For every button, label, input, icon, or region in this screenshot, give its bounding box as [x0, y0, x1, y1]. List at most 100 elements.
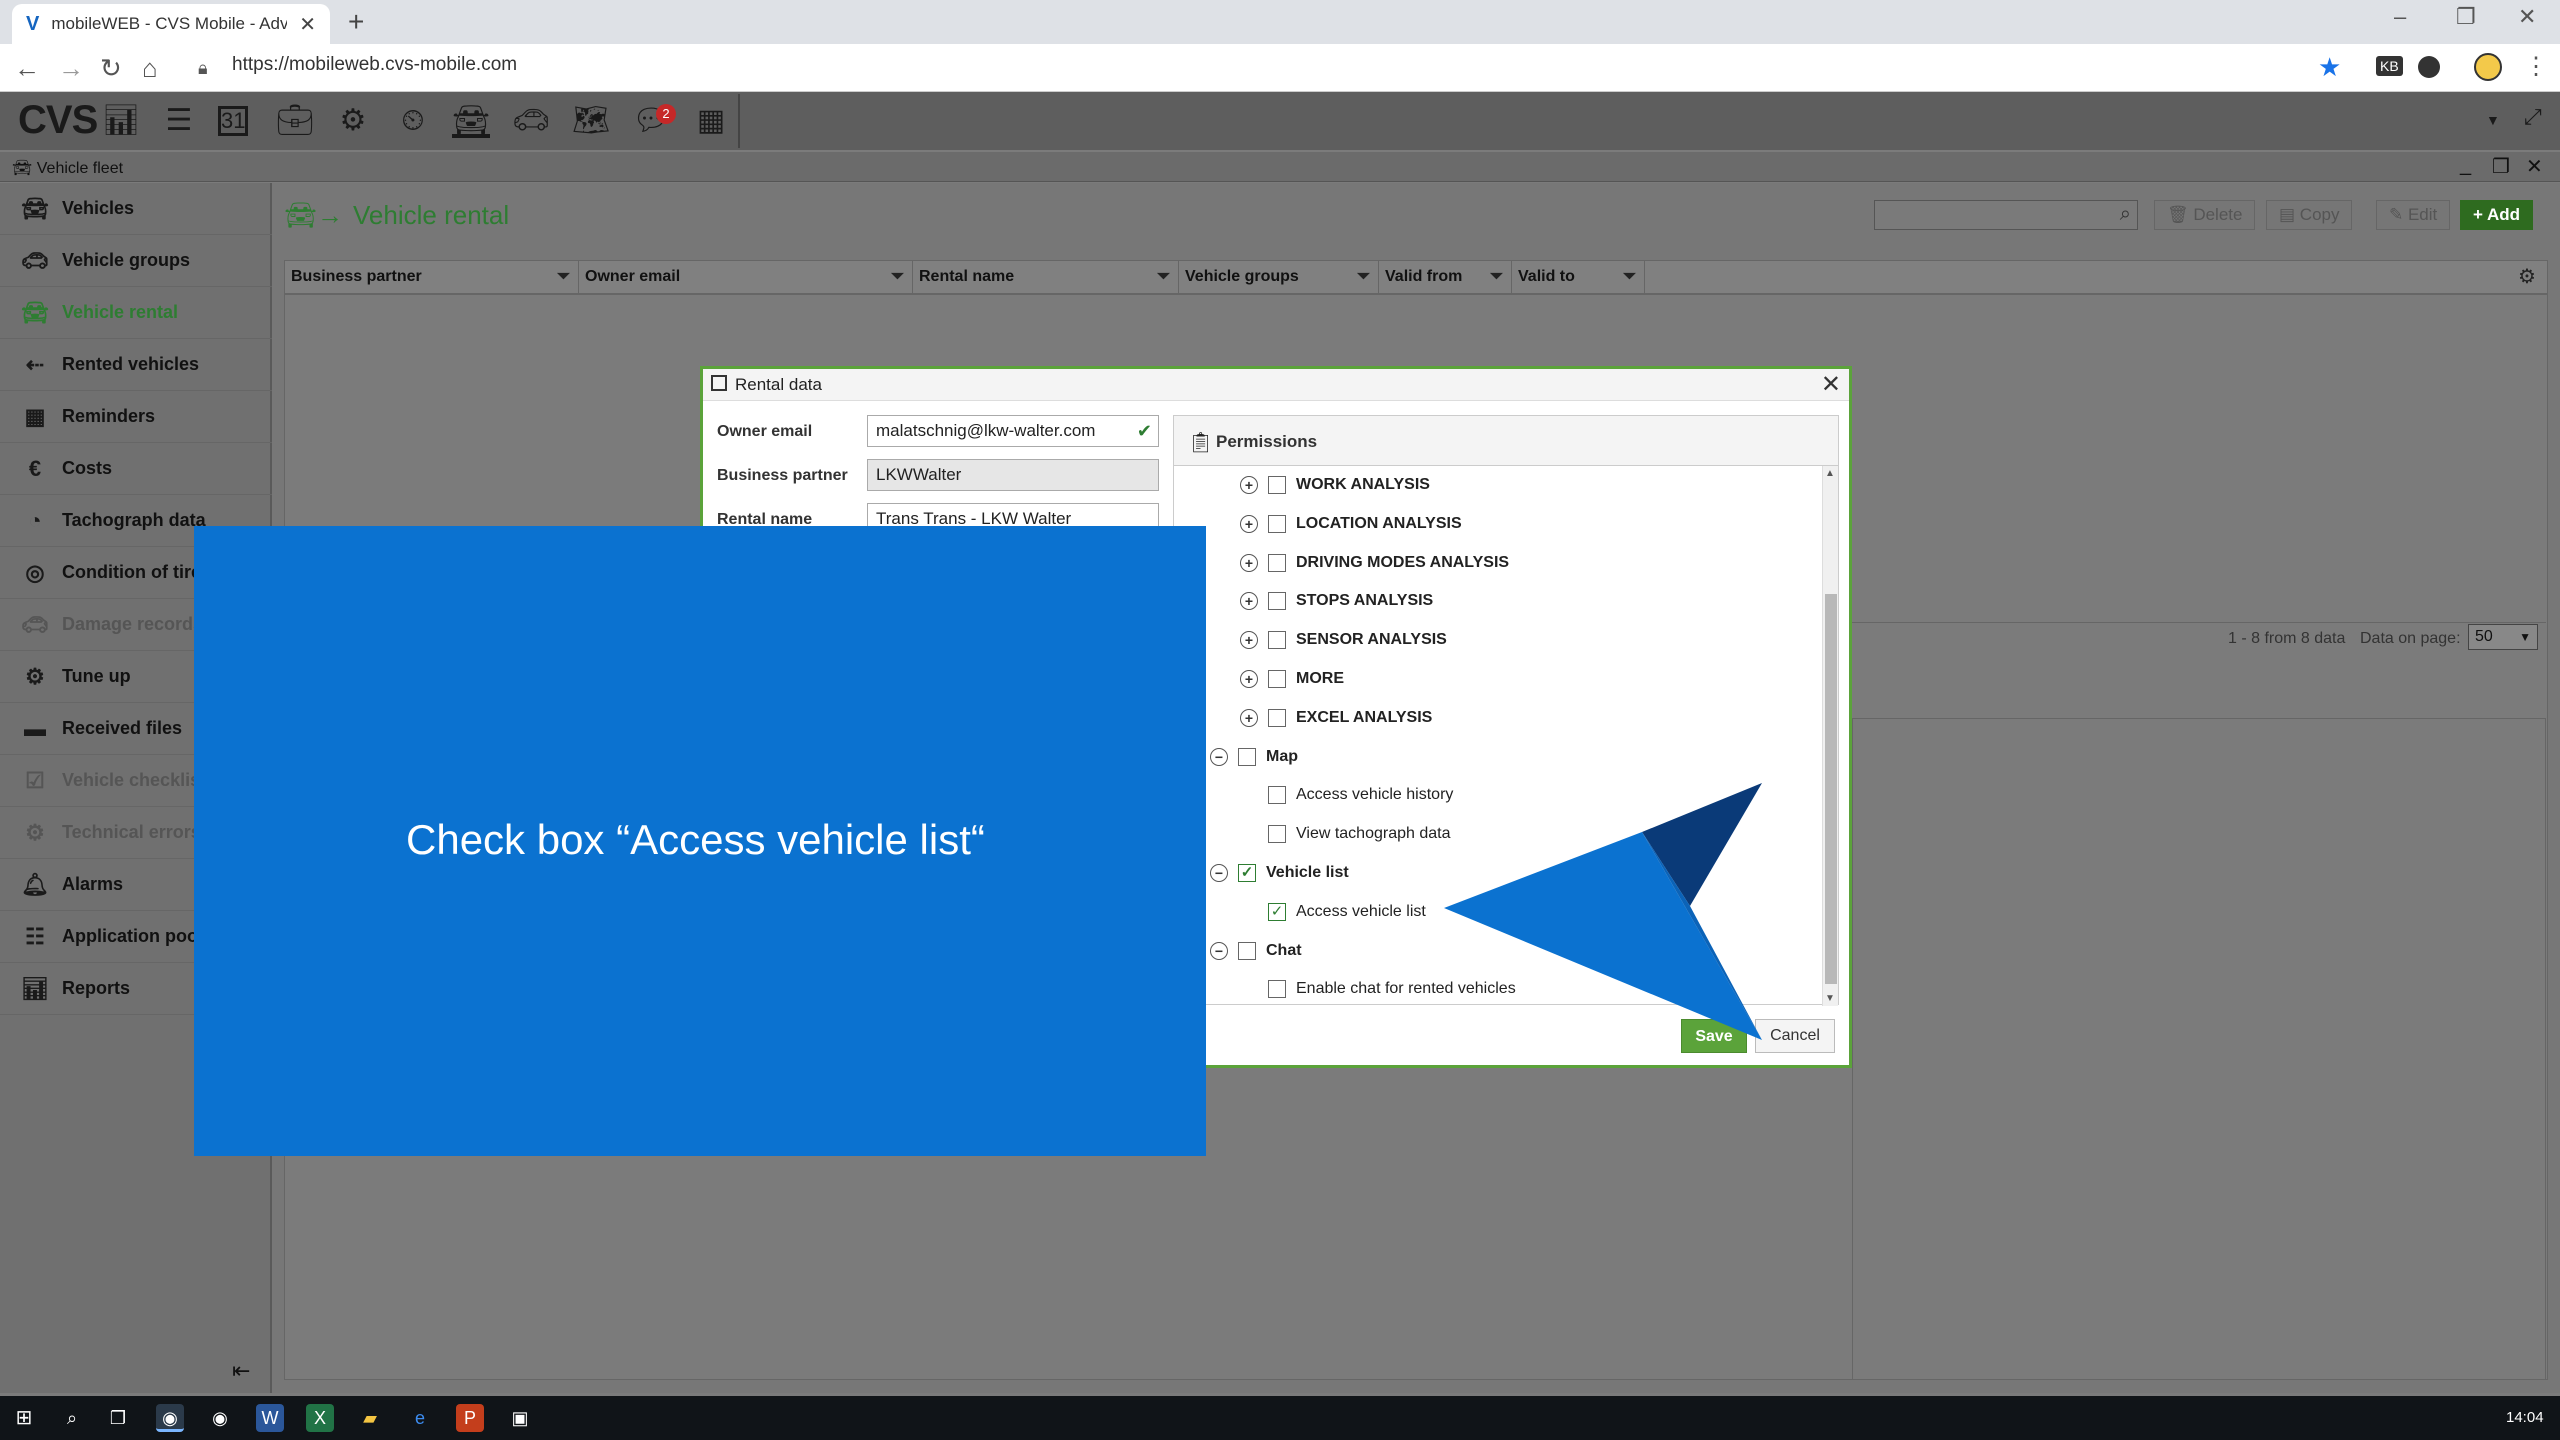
- permission-checkbox[interactable]: ✓: [1268, 902, 1286, 921]
- permissions-scrollbar[interactable]: ▲ ▼: [1822, 466, 1838, 1006]
- permission-checkbox[interactable]: [1268, 514, 1286, 533]
- documents-icon[interactable]: ☰: [160, 104, 198, 138]
- task-view-icon[interactable]: ❐: [104, 1404, 132, 1432]
- back-icon[interactable]: ←: [14, 53, 40, 84]
- edit-button[interactable]: ✎ Edit: [2376, 200, 2451, 230]
- expand-icon[interactable]: +: [1240, 514, 1258, 533]
- permission-checkbox[interactable]: [1268, 825, 1286, 844]
- vehicle-transfer-icon[interactable]: 🚗︎: [512, 104, 550, 138]
- filter-icon[interactable]: ⏷: [557, 261, 570, 293]
- sidebar-item-vehicle-rental[interactable]: 🚘︎ Vehicle rental: [0, 287, 272, 339]
- column-header-valid-from[interactable]: Valid from ⏷: [1379, 261, 1512, 293]
- home-icon[interactable]: ⌂: [142, 53, 158, 84]
- scrollbar-thumb[interactable]: [1825, 594, 1837, 984]
- filter-icon[interactable]: ⏷: [1623, 261, 1636, 293]
- column-header-owner-email[interactable]: Owner email ⏷: [579, 261, 913, 293]
- reload-icon[interactable]: ↻: [100, 53, 122, 84]
- add-button[interactable]: + Add: [2460, 200, 2534, 230]
- grid-settings-icon[interactable]: ⚙: [2518, 264, 2536, 289]
- filter-icon[interactable]: ⏷: [1490, 261, 1503, 293]
- profile-avatar[interactable]: [2474, 53, 2502, 81]
- apps-grid-icon[interactable]: ▦: [692, 104, 730, 138]
- scroll-down-icon[interactable]: ▼: [1825, 993, 1835, 1004]
- vehicle-fleet-icon[interactable]: 🚘︎: [452, 104, 490, 138]
- column-header-valid-to[interactable]: Valid to ⏷: [1512, 261, 1645, 293]
- cancel-button[interactable]: Cancel: [1755, 1019, 1835, 1053]
- windows-start-icon[interactable]: ⊞: [10, 1404, 38, 1432]
- filter-icon[interactable]: ⏷: [891, 261, 904, 293]
- permission-checkbox[interactable]: [1268, 786, 1286, 805]
- extension-kb-icon[interactable]: KB: [2376, 56, 2403, 76]
- save-button[interactable]: Save: [1681, 1019, 1747, 1053]
- new-tab-button[interactable]: +: [348, 6, 364, 38]
- expand-icon[interactable]: +: [1240, 476, 1258, 494]
- close-window-icon[interactable]: ✕: [2518, 4, 2536, 30]
- filter-icon[interactable]: ⏷: [1157, 261, 1170, 293]
- powerpoint-icon[interactable]: P: [456, 1404, 484, 1432]
- collapse-icon[interactable]: −: [1210, 941, 1228, 960]
- permission-checkbox[interactable]: [1268, 980, 1286, 999]
- page-size-select[interactable]: 50 ▼: [2468, 624, 2538, 650]
- forward-icon[interactable]: →: [58, 53, 84, 84]
- schedule-icon[interactable]: ⏲: [394, 104, 432, 138]
- briefcase-icon[interactable]: 💼︎: [276, 104, 314, 138]
- expand-icon[interactable]: +: [1240, 670, 1258, 688]
- minimize-window-icon[interactable]: –: [2394, 4, 2406, 30]
- expand-icon[interactable]: +: [1240, 553, 1258, 572]
- sidebar-item-costs[interactable]: € Costs: [0, 443, 272, 495]
- browser-tab[interactable]: V mobileWEB - CVS Mobile - Adva ✕: [12, 4, 330, 44]
- map-icon[interactable]: 🗺︎: [572, 104, 610, 138]
- permission-checkbox[interactable]: [1268, 553, 1286, 572]
- fullscreen-icon[interactable]: ⤢: [2524, 104, 2542, 130]
- search-icon[interactable]: ⌕: [58, 1404, 86, 1432]
- scroll-up-icon[interactable]: ▲: [1825, 468, 1835, 479]
- sidebar-item-vehicles[interactable]: 🚘︎ Vehicles: [0, 183, 272, 235]
- photos-icon[interactable]: ▣: [506, 1404, 534, 1432]
- collapse-sidebar-icon[interactable]: ⇤: [232, 1358, 250, 1384]
- owner-email-field[interactable]: malatschnig@lkw-walter.com ✔: [867, 415, 1159, 447]
- bookmark-star-icon[interactable]: ★: [2318, 52, 2341, 83]
- expand-icon[interactable]: +: [1240, 592, 1258, 611]
- window-minimize-icon[interactable]: _: [2460, 154, 2471, 177]
- permission-checkbox[interactable]: [1238, 747, 1256, 766]
- close-tab-icon[interactable]: ✕: [299, 12, 316, 37]
- filter-icon[interactable]: ⏷: [1357, 261, 1370, 293]
- expand-icon[interactable]: +: [1240, 631, 1258, 650]
- dropdown-arrow-icon[interactable]: ▼: [2486, 112, 2500, 128]
- excel-icon[interactable]: X: [306, 1404, 334, 1432]
- chrome-alt-icon[interactable]: ◉: [206, 1404, 234, 1432]
- permission-checkbox[interactable]: [1268, 708, 1286, 727]
- sidebar-item-vehicle-groups[interactable]: 🚗︎ Vehicle groups: [0, 235, 272, 287]
- calendar-icon[interactable]: 31: [218, 106, 248, 136]
- file-explorer-icon[interactable]: ▰: [356, 1404, 384, 1432]
- permission-checkbox[interactable]: [1268, 592, 1286, 611]
- column-header-vehicle-groups[interactable]: Vehicle groups ⏷: [1179, 261, 1379, 293]
- collapse-icon[interactable]: −: [1210, 864, 1228, 882]
- search-input[interactable]: ⌕: [1874, 200, 2138, 230]
- word-icon[interactable]: W: [256, 1404, 284, 1432]
- extension-icon[interactable]: [2418, 56, 2440, 78]
- edge-icon[interactable]: e: [406, 1404, 434, 1432]
- collapse-icon[interactable]: −: [1210, 747, 1228, 766]
- window-close-icon[interactable]: ✕: [2526, 154, 2543, 179]
- dialog-close-icon[interactable]: ✕: [1821, 370, 1841, 399]
- chrome-icon[interactable]: ◉: [156, 1404, 184, 1432]
- permission-checkbox[interactable]: ✓: [1238, 864, 1256, 882]
- url-field[interactable]: https://mobileweb.cvs-mobile.com: [232, 54, 517, 76]
- restore-window-icon[interactable]: ❐: [2456, 4, 2476, 30]
- column-header-business-partner[interactable]: Business partner ⏷: [285, 261, 579, 293]
- sidebar-item-rented-vehicles[interactable]: ⇠ Rented vehicles: [0, 339, 272, 391]
- permission-checkbox[interactable]: [1268, 670, 1286, 688]
- window-restore-icon[interactable]: ❐: [2492, 154, 2510, 179]
- delete-button[interactable]: 🗑︎ Delete: [2154, 200, 2256, 230]
- permission-checkbox[interactable]: [1268, 631, 1286, 650]
- copy-button[interactable]: ▤ Copy: [2266, 200, 2353, 230]
- statistics-icon[interactable]: 📊︎: [102, 104, 140, 138]
- permission-checkbox[interactable]: [1268, 476, 1286, 494]
- driver-icon[interactable]: ⚙: [334, 104, 372, 138]
- expand-icon[interactable]: +: [1240, 708, 1258, 727]
- browser-menu-icon[interactable]: ⋮: [2524, 52, 2548, 81]
- sidebar-item-reminders[interactable]: ▦ Reminders: [0, 391, 272, 443]
- permission-checkbox[interactable]: [1238, 941, 1256, 960]
- column-header-rental-name[interactable]: Rental name ⏷: [913, 261, 1179, 293]
